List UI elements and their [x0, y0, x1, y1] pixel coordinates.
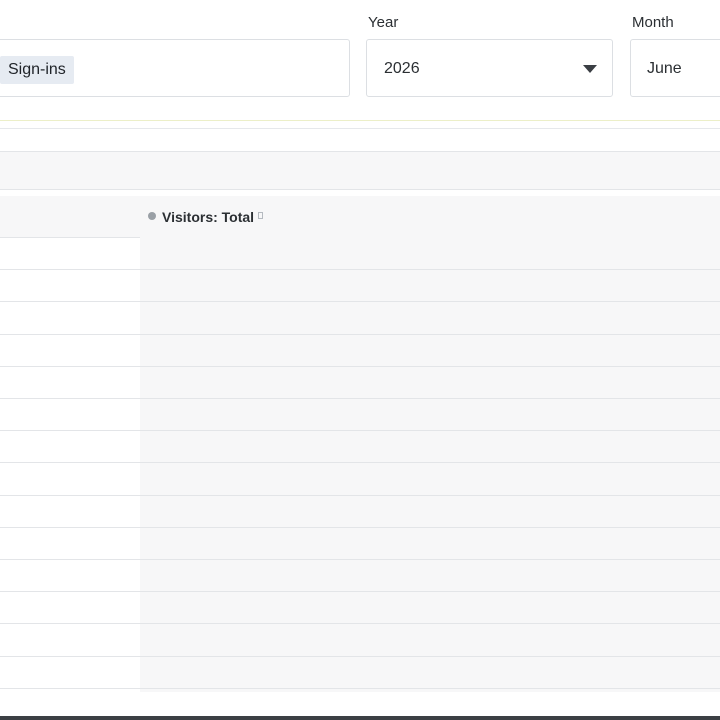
- caret-down-icon[interactable]: [583, 65, 597, 73]
- metric-chip[interactable]: Sign-ins: [0, 56, 74, 84]
- table-row: [0, 462, 720, 463]
- month-label: Month: [632, 14, 674, 31]
- table-row: [0, 591, 720, 592]
- table-row: [0, 623, 720, 624]
- table-row: [0, 559, 720, 560]
- table-row: [0, 495, 720, 496]
- table-row: [0, 656, 720, 657]
- section-divider: [0, 120, 720, 121]
- month-value: June: [647, 60, 682, 77]
- year-label: Year: [368, 14, 399, 31]
- table-row: [0, 398, 720, 399]
- table-row: [0, 430, 720, 431]
- series-header: Visitors: Total: [162, 209, 255, 225]
- table-row: [0, 334, 720, 335]
- toolbar-band: [0, 151, 720, 190]
- table-row: [0, 366, 720, 367]
- table-row: [0, 527, 720, 528]
- table-row: [0, 688, 720, 689]
- divider-line: [0, 128, 720, 129]
- table-row: [0, 301, 720, 302]
- scrollbar-edge: [0, 716, 720, 720]
- sort-icon[interactable]: [258, 212, 263, 219]
- dot-icon: [148, 212, 156, 220]
- table-row: [0, 269, 720, 270]
- year-value: 2026: [384, 60, 420, 77]
- table-header: [0, 196, 720, 238]
